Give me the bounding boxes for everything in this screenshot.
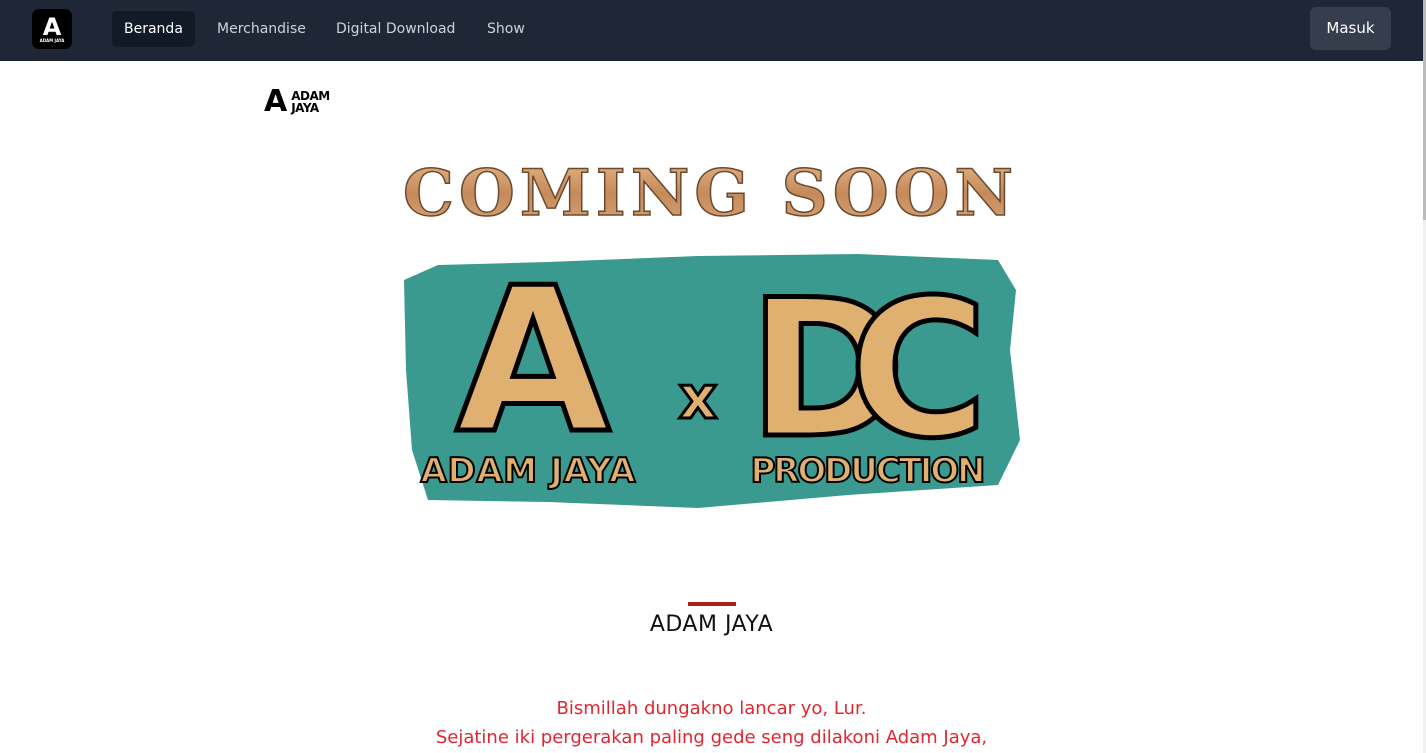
brand-logo: A ADAM JAYA (264, 84, 330, 119)
intro-line: Sejatine iki pergerakan paling gede seng… (435, 727, 988, 748)
nav-digital-download[interactable]: Digital Download (324, 11, 467, 47)
brand-line2: JAYA (291, 101, 319, 115)
mark-dc: DC (748, 259, 988, 480)
intro-line: Bismillah dungakno lancar yo, Lur. (556, 698, 867, 719)
nav-merchandise[interactable]: Merchandise (205, 11, 318, 47)
top-navbar: A ADAM JAYA Beranda Merchandise Digital D… (0, 0, 1423, 61)
logo-mark-icon: A (42, 12, 62, 41)
mark-a: A (456, 245, 611, 478)
nav-show[interactable]: Show (475, 11, 537, 47)
title-divider (688, 602, 736, 606)
mark-x: x (679, 363, 718, 433)
coming-soon-banner: COMING SOON A x DC ADAM JAYA PRODUCTION (402, 155, 1020, 508)
section-title: ADAM JAYA (649, 612, 774, 637)
intro-text: Bismillah dungakno lancar yo, Lur. Sejat… (0, 694, 1423, 752)
nav-beranda[interactable]: Beranda (112, 11, 195, 47)
brand-mark-icon: A (264, 84, 288, 119)
caption-production: PRODUCTION (751, 451, 986, 491)
logo-text: ADAM JAYA (39, 37, 65, 43)
headline: COMING SOON (403, 156, 1013, 231)
login-button[interactable]: Masuk (1310, 7, 1391, 50)
caption-adam-jaya: ADAM JAYA (421, 451, 637, 491)
home-logo[interactable]: A ADAM JAYA (32, 9, 72, 49)
